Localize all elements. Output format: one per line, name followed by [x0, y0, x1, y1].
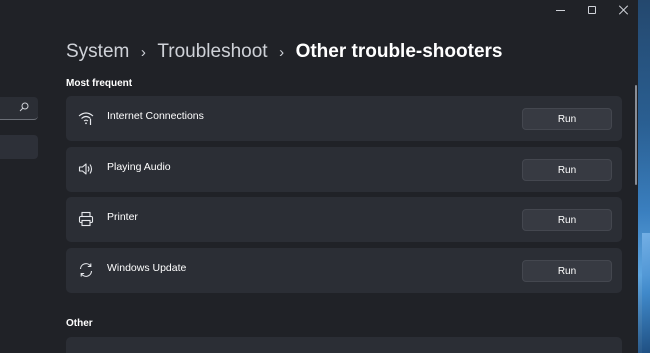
wifi-icon: [78, 112, 94, 125]
chevron-right-icon: ›: [279, 43, 285, 61]
breadcrumb: System › Troubleshoot › Other trouble-sh…: [66, 38, 502, 66]
breadcrumb-troubleshoot[interactable]: Troubleshoot: [157, 41, 267, 63]
section-title-other: Other: [66, 318, 93, 329]
speaker-icon: [78, 163, 93, 175]
minimize-button[interactable]: [542, 0, 578, 20]
run-button-playing-audio[interactable]: Run: [522, 159, 612, 181]
minimize-icon: [555, 9, 565, 11]
run-button-internet-connections[interactable]: Run: [522, 108, 612, 130]
close-button[interactable]: [606, 0, 638, 20]
search-icon: [19, 102, 29, 112]
troubleshooter-label: Windows Update: [107, 262, 187, 274]
scrollbar[interactable]: [635, 85, 637, 185]
run-button-printer[interactable]: Run: [522, 209, 612, 231]
sidebar-item-system[interactable]: [0, 135, 38, 159]
close-icon: [619, 5, 629, 15]
page-title: Other trouble-shooters: [295, 41, 503, 62]
troubleshooter-label: Internet Connections: [107, 110, 204, 122]
section-title-most-frequent: Most frequent: [66, 78, 133, 89]
maximize-button[interactable]: [574, 0, 610, 20]
printer-icon: [78, 211, 94, 227]
settings-window: System › Troubleshoot › Other trouble-sh…: [0, 0, 638, 353]
desktop-wallpaper-edge: [638, 0, 650, 353]
maximize-icon: [588, 6, 596, 14]
troubleshooter-printer: Printer Run: [66, 197, 622, 242]
troubleshooter-windows-update: Windows Update Run: [66, 248, 622, 293]
troubleshooter-playing-audio: Playing Audio Run: [66, 147, 622, 192]
troubleshooter-other-partial: [66, 337, 622, 353]
troubleshooter-label: Playing Audio: [107, 161, 171, 173]
troubleshooter-label: Printer: [107, 211, 138, 223]
run-button-windows-update[interactable]: Run: [522, 260, 612, 282]
search-input[interactable]: [0, 97, 38, 120]
sync-icon: [79, 263, 93, 277]
troubleshooter-internet-connections: Internet Connections Run: [66, 96, 622, 141]
breadcrumb-system[interactable]: System: [66, 41, 129, 63]
chevron-right-icon: ›: [140, 43, 146, 61]
